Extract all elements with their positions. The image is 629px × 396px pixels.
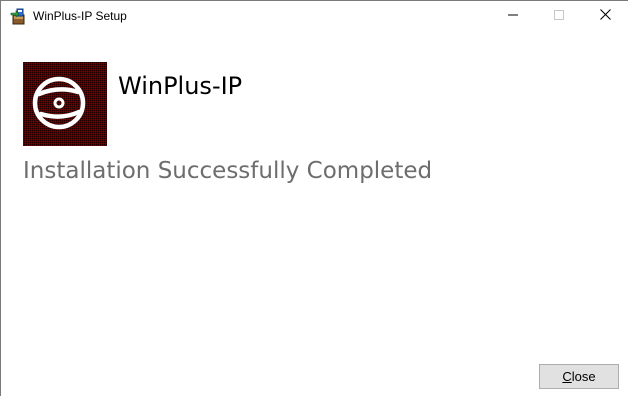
minimize-icon: [508, 7, 518, 25]
close-button-mnemonic: C: [562, 369, 572, 384]
setup-window: WinPlus-IP Setup WinPlus-IP Installation…: [0, 0, 628, 396]
window-title: WinPlus-IP Setup: [33, 9, 127, 23]
close-button[interactable]: Close: [539, 364, 619, 389]
window-close-button[interactable]: [582, 1, 628, 31]
minimize-button[interactable]: [490, 1, 536, 31]
title-bar[interactable]: WinPlus-IP Setup: [1, 1, 628, 31]
completion-message: Installation Successfully Completed: [23, 158, 433, 184]
maximize-button: [536, 1, 582, 31]
close-button-label: lose: [571, 369, 596, 384]
close-icon: [599, 7, 611, 25]
maximize-icon: [554, 7, 564, 25]
product-name: WinPlus-IP: [118, 72, 243, 100]
disc-icon: [23, 62, 107, 146]
installer-icon: [10, 8, 27, 25]
